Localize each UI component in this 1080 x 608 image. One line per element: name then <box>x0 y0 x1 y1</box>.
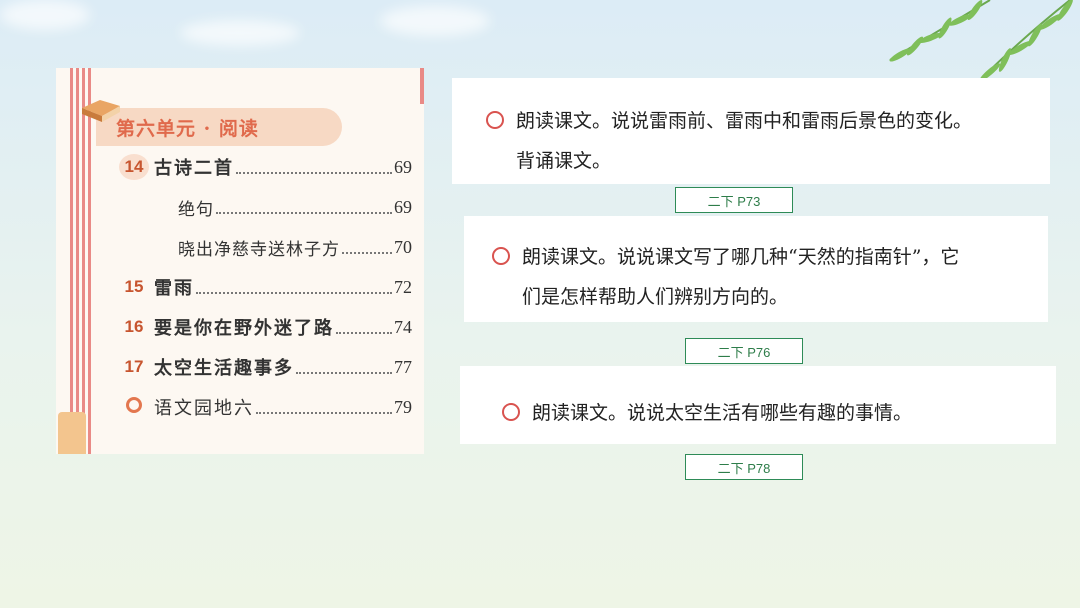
lesson-title: 太空生活趣事多 <box>154 358 294 379</box>
circle-bullet-icon <box>492 247 510 265</box>
cloud <box>180 20 300 46</box>
lesson-number: 17 <box>124 357 144 376</box>
exercise-text-line: 们是怎样帮助人们辨别方向的。 <box>522 286 789 308</box>
page-number: 77 <box>394 356 412 377</box>
lesson-title: 古诗二首 <box>154 158 234 179</box>
cloud <box>0 0 90 30</box>
lesson-title: 语文园地六 <box>154 398 254 419</box>
page-number: 70 <box>394 236 412 257</box>
leader-dots <box>256 400 392 414</box>
leader-dots <box>236 160 392 174</box>
decorative-stripe <box>76 68 79 454</box>
page-reference-label: 二下 P73 <box>675 187 793 213</box>
toc-row: 15 雷雨 72 <box>114 272 412 302</box>
leader-dots <box>296 360 392 374</box>
lesson-title: 绝句 <box>178 199 214 220</box>
lesson-number: 15 <box>124 277 144 296</box>
exercise-text-line: 朗读课文。说说雷雨前、雷雨中和雷雨后景色的变化。 <box>516 110 973 132</box>
decorative-stripe <box>70 68 73 454</box>
exercise-panel: 朗读课文。说说课文写了哪几种“天然的指南针”，它 们是怎样帮助人们辨别方向的。 <box>464 216 1048 322</box>
page-reference-label: 二下 P76 <box>685 338 803 364</box>
exercise-text-line: 朗读课文。说说太空生活有哪些有趣的事情。 <box>532 402 913 424</box>
decorative-bar <box>420 68 424 104</box>
ring-icon <box>126 396 142 413</box>
lesson-number <box>114 396 154 418</box>
page-number: 79 <box>394 396 412 417</box>
toc-row: 晓出净慈寺送林子方 70 <box>114 232 412 262</box>
toc-row: 17 太空生活趣事多 77 <box>114 352 412 382</box>
exercise-text-line: 背诵课文。 <box>516 150 612 172</box>
exercise-panel: 朗读课文。说说太空生活有哪些有趣的事情。 <box>460 366 1056 444</box>
leader-dots <box>336 320 392 334</box>
leader-dots <box>216 200 392 214</box>
page-number: 72 <box>394 276 412 297</box>
leader-dots <box>196 280 392 294</box>
unit-header-title: 第六单元 · 阅读 <box>116 118 259 140</box>
page-number: 69 <box>394 196 412 217</box>
exercise-panel: 朗读课文。说说雷雨前、雷雨中和雷雨后景色的变化。 背诵课文。 <box>452 78 1050 184</box>
toc-row: 绝句 69 <box>114 192 412 222</box>
bookmark-tag <box>58 412 86 454</box>
lesson-number: 14 <box>114 154 154 180</box>
cloud <box>380 6 490 36</box>
lesson-title: 晓出净慈寺送林子方 <box>178 239 340 260</box>
lesson-title: 雷雨 <box>154 278 194 299</box>
toc-row: 16 要是你在野外迷了路 74 <box>114 312 412 342</box>
lesson-number: 16 <box>124 317 144 336</box>
circle-bullet-icon <box>486 111 504 129</box>
lesson-title: 要是你在野外迷了路 <box>154 318 334 339</box>
page-reference-label: 二下 P78 <box>685 454 803 480</box>
page-number: 74 <box>394 316 412 337</box>
willow-leaves-decoration <box>889 0 1073 81</box>
exercise-text-line: 朗读课文。说说课文写了哪几种“天然的指南针”，它 <box>522 246 960 268</box>
toc-row: 14 古诗二首 69 <box>114 152 412 182</box>
circle-bullet-icon <box>502 403 520 421</box>
leader-dots <box>342 240 392 254</box>
toc-row: 语文园地六 79 <box>114 392 412 422</box>
textbook-toc-image: 第六单元 · 阅读 14 古诗二首 69 绝句 69 晓出净慈寺送林子方 70 … <box>56 68 424 454</box>
page-number: 69 <box>394 156 412 177</box>
